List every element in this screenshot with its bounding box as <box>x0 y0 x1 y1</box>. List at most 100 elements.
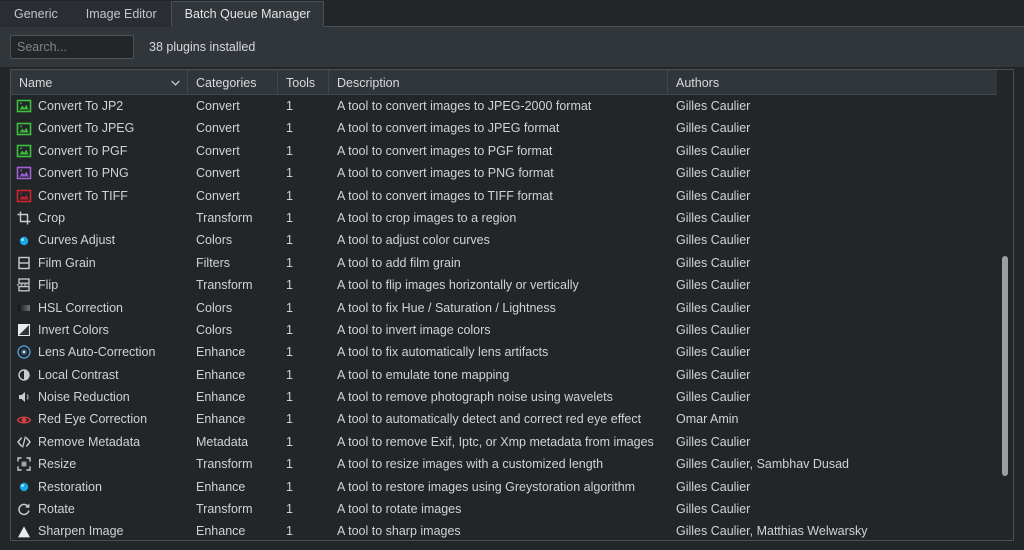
search-input[interactable] <box>10 35 134 59</box>
table-row[interactable]: Noise ReductionEnhance1A tool to remove … <box>11 386 1013 408</box>
table-row[interactable]: RotateTransform1A tool to rotate imagesG… <box>11 498 1013 520</box>
cell-description: A tool to fix automatically lens artifac… <box>329 341 668 363</box>
cell-name: Noise Reduction <box>11 386 188 408</box>
cell-categories: Colors <box>188 229 278 251</box>
table-row[interactable]: Curves AdjustColors1A tool to adjust col… <box>11 229 1013 251</box>
cell-description: A tool to add film grain <box>329 252 668 274</box>
cell-authors: Gilles Caulier <box>668 297 1013 319</box>
cell-tools: 1 <box>278 476 329 498</box>
plugin-name-label: Local Contrast <box>38 364 119 386</box>
plugin-name-label: Lens Auto-Correction <box>38 341 155 363</box>
cell-tools: 1 <box>278 386 329 408</box>
cell-authors: Gilles Caulier <box>668 431 1013 453</box>
image-frame-icon <box>16 143 32 159</box>
plugin-name-label: Convert To PGF <box>38 140 127 162</box>
column-header-description[interactable]: Description <box>329 70 668 95</box>
cell-categories: Enhance <box>188 476 278 498</box>
cell-name: Convert To JP2 <box>11 95 188 117</box>
scrollbar-thumb[interactable] <box>1002 256 1008 476</box>
cell-description: A tool to flip images horizontally or ve… <box>329 274 668 296</box>
plugin-count-label: 38 plugins installed <box>149 40 255 54</box>
column-header-label: Categories <box>196 76 256 90</box>
plugins-toolbar: 38 plugins installed <box>0 27 1024 67</box>
tab-label: Image Editor <box>86 7 157 21</box>
table-row[interactable]: Red Eye CorrectionEnhance1A tool to auto… <box>11 408 1013 430</box>
cell-categories: Transform <box>188 498 278 520</box>
cell-description: A tool to convert images to PNG format <box>329 162 668 184</box>
table-row[interactable]: HSL CorrectionColors1A tool to fix Hue /… <box>11 297 1013 319</box>
table-row[interactable]: Local ContrastEnhance1A tool to emulate … <box>11 364 1013 386</box>
plugins-settings-page: Generic Image Editor Batch Queue Manager 3… <box>0 0 1024 550</box>
plugin-name-label: Restoration <box>38 476 102 498</box>
sharpen-icon <box>16 524 32 540</box>
column-header-tools[interactable]: Tools <box>278 70 329 95</box>
table-row[interactable]: Restoration Enhance1A tool to restore ima… <box>11 476 1013 498</box>
cell-categories: Convert <box>188 185 278 207</box>
cell-tools: 1 <box>278 95 329 117</box>
cell-authors: Gilles Caulier <box>668 386 1013 408</box>
lens-icon <box>16 344 32 360</box>
tab-batch-queue-manager[interactable]: Batch Queue Manager <box>171 1 325 27</box>
plugin-name-label: Curves Adjust <box>38 229 115 251</box>
table-row[interactable]: Remove MetadataMetadata1A tool to remove… <box>11 431 1013 453</box>
table-header-row: Name Categories Tools DescriptionAuthors <box>11 70 1013 95</box>
cell-categories: Enhance <box>188 520 278 541</box>
invert-colors-icon <box>16 322 32 338</box>
plugin-name-label: Invert Colors <box>38 319 109 341</box>
cell-name: Rotate <box>11 498 188 520</box>
cell-description: A tool to resize images with a customize… <box>329 453 668 475</box>
table-row[interactable]: CropTransform1A tool to crop images to a… <box>11 207 1013 229</box>
table-row[interactable]: Film GrainFilters1A tool to add film gra… <box>11 252 1013 274</box>
vertical-scrollbar[interactable] <box>997 70 1013 540</box>
cell-name: Flip <box>11 274 188 296</box>
cell-tools: 1 <box>278 274 329 296</box>
code-tags-icon <box>16 434 32 450</box>
plugin-name-label: Red Eye Correction <box>38 408 147 430</box>
table-row[interactable]: Convert To TIFFConvert1A tool to convert… <box>11 185 1013 207</box>
cell-name: Curves Adjust <box>11 229 188 251</box>
cell-categories: Enhance <box>188 341 278 363</box>
table-row[interactable]: ResizeTransform1A tool to resize images … <box>11 453 1013 475</box>
cell-authors: Gilles Caulier <box>668 319 1013 341</box>
cell-tools: 1 <box>278 319 329 341</box>
cell-description: A tool to restore images using Greystora… <box>329 476 668 498</box>
restoration-icon <box>16 479 32 495</box>
cell-categories: Metadata <box>188 431 278 453</box>
cell-categories: Enhance <box>188 364 278 386</box>
cell-authors: Gilles Caulier <box>668 364 1013 386</box>
table-row[interactable]: FlipTransform1A tool to flip images hori… <box>11 274 1013 296</box>
table-row[interactable]: Convert To JPEGConvert1A tool to convert… <box>11 117 1013 139</box>
table-row[interactable]: Sharpen ImageEnhance1A tool to sharp ima… <box>11 520 1013 541</box>
cell-tools: 1 <box>278 117 329 139</box>
tab-label: Batch Queue Manager <box>185 7 311 21</box>
table-row[interactable]: Lens Auto-Correction Enhance1A tool to fi… <box>11 341 1013 363</box>
cell-authors: Gilles Caulier <box>668 341 1013 363</box>
cell-authors: Gilles Caulier, Sambhav Dusad <box>668 453 1013 475</box>
tab-generic[interactable]: Generic <box>0 1 72 27</box>
tab-image-editor[interactable]: Image Editor <box>72 1 171 27</box>
plugin-name-label: Convert To JPEG <box>38 117 134 139</box>
image-frame-icon <box>16 165 32 181</box>
cell-tools: 1 <box>278 341 329 363</box>
column-header-authors[interactable]: Authors <box>668 70 1013 95</box>
column-header-label: Tools <box>286 76 315 90</box>
table-row[interactable]: Invert ColorsColors1A tool to invert ima… <box>11 319 1013 341</box>
plugin-name-label: Sharpen Image <box>38 520 123 541</box>
plugin-name-label: Noise Reduction <box>38 386 130 408</box>
table-row[interactable]: Convert To PNGConvert1A tool to convert … <box>11 162 1013 184</box>
table-row[interactable]: Convert To PGFConvert1A tool to convert … <box>11 140 1013 162</box>
cell-tools: 1 <box>278 453 329 475</box>
crop-icon <box>16 210 32 226</box>
cell-tools: 1 <box>278 162 329 184</box>
column-header-name[interactable]: Name <box>11 70 188 95</box>
cell-authors: Gilles Caulier <box>668 185 1013 207</box>
plugin-name-label: Rotate <box>38 498 75 520</box>
table-row[interactable]: Convert To JP2Convert1A tool to convert … <box>11 95 1013 117</box>
cell-tools: 1 <box>278 140 329 162</box>
cell-authors: Gilles Caulier <box>668 274 1013 296</box>
hsl-gradient-icon <box>16 300 32 316</box>
plugin-name-label: Remove Metadata <box>38 431 140 453</box>
cell-categories: Convert <box>188 95 278 117</box>
cell-name: Convert To TIFF <box>11 185 188 207</box>
column-header-categories[interactable]: Categories <box>188 70 278 95</box>
